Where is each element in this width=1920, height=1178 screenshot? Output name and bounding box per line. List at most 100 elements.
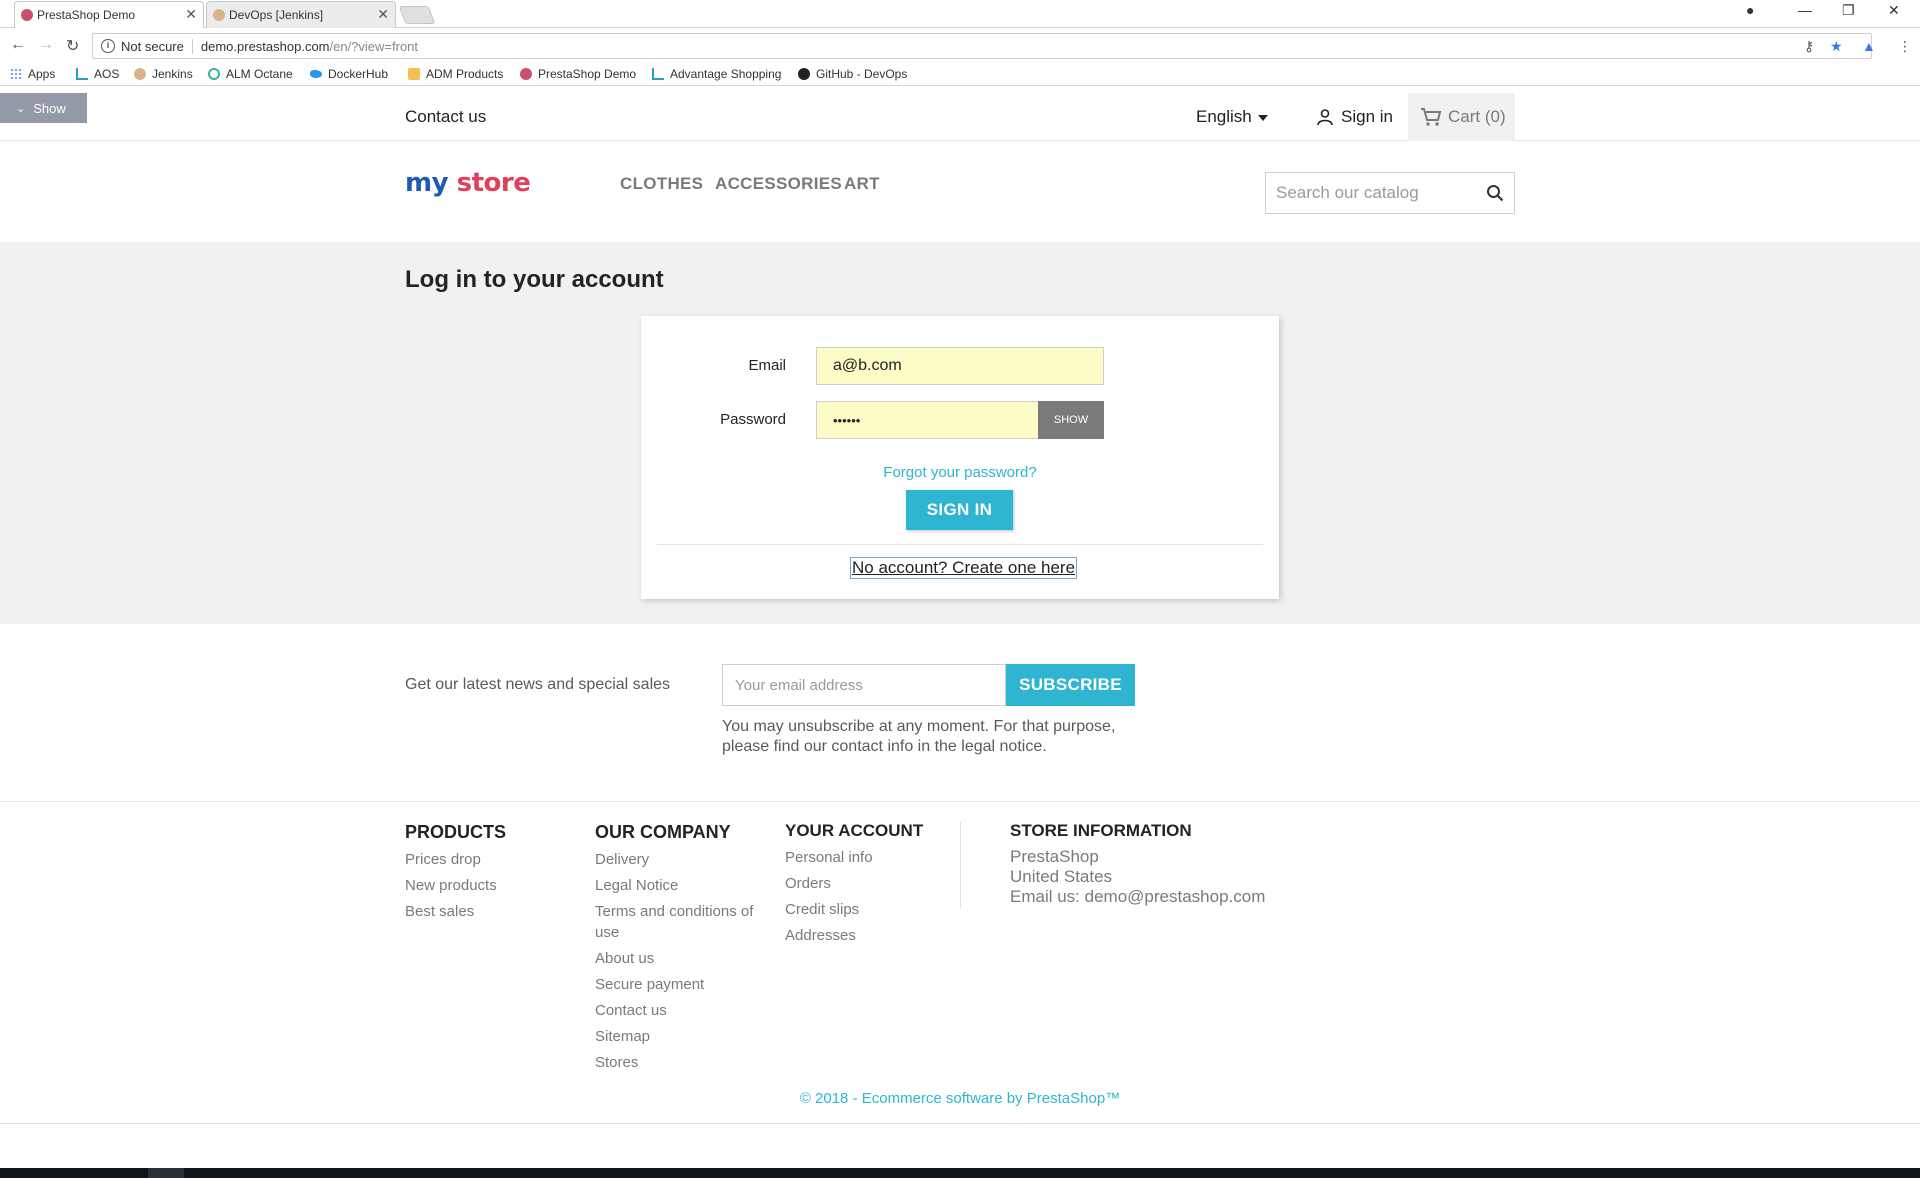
logo-part-my: my <box>405 168 449 198</box>
jenkins-icon <box>134 68 146 80</box>
footer-store-title: STORE INFORMATION <box>1010 821 1192 840</box>
bookmark-star-icon[interactable]: ★ <box>1830 38 1843 55</box>
bookmark-label: ALM Octane <box>226 67 293 81</box>
folder-icon <box>408 68 420 80</box>
footer-link-terms[interactable]: Terms and conditions of <box>595 901 753 922</box>
prestashop-favicon-icon <box>21 9 33 21</box>
close-tab-icon[interactable]: ✕ <box>185 6 197 23</box>
menu-art[interactable]: ART <box>844 174 880 194</box>
bookmark-advantage-shopping[interactable]: Advantage Shopping <box>652 67 781 81</box>
newsletter-text: Get our latest news and special sales <box>405 676 671 693</box>
bookmark-alm-octane[interactable]: ALM Octane <box>208 67 293 81</box>
login-wrapper: Log in to your account Email a@b.com Pas… <box>0 242 1920 624</box>
search-input[interactable] <box>1266 173 1466 213</box>
login-form: Email a@b.com Password •••••• SHOW Forgo… <box>641 316 1279 599</box>
browser-tabstrip: PrestaShop Demo ✕ DevOps [Jenkins] ✕ ● —… <box>0 0 1920 28</box>
store-logo[interactable]: my store <box>405 168 531 198</box>
info-icon[interactable]: i <box>101 39 115 53</box>
copyright-link[interactable]: © 2018 - Ecommerce software by PrestaSho… <box>0 1090 1920 1107</box>
newsletter-block: Get our latest news and special sales Yo… <box>0 624 1920 802</box>
sign-in-button[interactable]: SIGN IN <box>906 490 1013 530</box>
footer-link-terms-cont[interactable]: use <box>595 922 619 943</box>
footer-link-about-us[interactable]: About us <box>595 948 654 969</box>
forward-icon[interactable]: → <box>38 36 54 54</box>
language-label: English <box>1196 107 1252 126</box>
sign-in-link[interactable]: Sign in <box>1316 107 1393 127</box>
github-icon <box>798 68 810 80</box>
extension-icon[interactable]: ▲ <box>1862 38 1876 54</box>
shop-header: my store CLOTHES ACCESSORIES ART <box>0 141 1920 242</box>
bookmark-dockerhub[interactable]: DockerHub <box>310 67 388 81</box>
new-tab-button[interactable] <box>398 6 436 24</box>
footer-link-sitemap[interactable]: Sitemap <box>595 1026 650 1047</box>
show-label: Show <box>33 100 66 116</box>
back-icon[interactable]: ← <box>10 36 26 54</box>
bookmark-apps[interactable]: Apps <box>10 67 55 81</box>
key-icon[interactable]: ⚷ <box>1804 38 1814 55</box>
close-tab-icon[interactable]: ✕ <box>377 6 389 23</box>
octane-icon <box>208 68 220 80</box>
language-selector[interactable]: English <box>1196 107 1268 127</box>
search-icon[interactable] <box>1486 184 1504 202</box>
url-text: demo.prestashop.com/en/?view=front <box>201 39 418 54</box>
bookmark-github-devops[interactable]: GitHub - DevOps <box>798 67 907 81</box>
store-country: United States <box>1010 867 1113 886</box>
password-field[interactable]: •••••• <box>816 401 1039 439</box>
bookmark-jenkins[interactable]: Jenkins <box>134 67 193 81</box>
footer-link-credit-slips[interactable]: Credit slips <box>785 899 859 920</box>
site-footer: PRODUCTS Prices drop New products Best s… <box>0 802 1920 1124</box>
footer-link-prices-drop[interactable]: Prices drop <box>405 849 481 870</box>
footer-link-addresses[interactable]: Addresses <box>785 925 856 946</box>
logo-part-store: store <box>456 168 531 198</box>
show-toolbar-button[interactable]: ⌄ Show <box>0 93 87 123</box>
menu-accessories[interactable]: ACCESSORIES <box>715 174 842 194</box>
cart-button[interactable]: Cart (0) <box>1408 93 1515 141</box>
footer-link-orders[interactable]: Orders <box>785 873 831 894</box>
footer-link-stores[interactable]: Stores <box>595 1052 638 1073</box>
restore-icon[interactable]: ❐ <box>1842 2 1855 19</box>
menu-clothes[interactable]: CLOTHES <box>620 174 703 194</box>
bookmark-aos[interactable]: AOS <box>76 67 119 81</box>
store-name: PrestaShop <box>1010 847 1099 866</box>
bookmark-prestashop-demo[interactable]: PrestaShop Demo <box>520 67 636 81</box>
show-password-button[interactable]: SHOW <box>1038 401 1104 439</box>
footer-link-new-products[interactable]: New products <box>405 875 497 896</box>
footer-link-personal-info[interactable]: Personal info <box>785 847 873 868</box>
footer-link-best-sales[interactable]: Best sales <box>405 901 474 922</box>
docker-icon <box>310 70 322 78</box>
reload-icon[interactable]: ↻ <box>66 36 79 56</box>
menu-icon[interactable]: ⋮ <box>1898 38 1912 55</box>
footer-link-secure-payment[interactable]: Secure payment <box>595 974 704 995</box>
tab-devops-jenkins[interactable]: DevOps [Jenkins] ✕ <box>206 1 396 28</box>
subscribe-button[interactable]: SUBSCRIBE <box>1006 664 1135 706</box>
bookmark-label: DockerHub <box>328 67 389 81</box>
omnibox[interactable]: i Not secure demo.prestashop.com/en/?vie… <box>92 33 1872 59</box>
bookmarks-bar: Apps AOS Jenkins ALM Octane DockerHub AD… <box>0 64 1920 86</box>
create-account-link[interactable]: No account? Create one here <box>849 557 1078 579</box>
os-taskbar <box>0 1168 1920 1178</box>
bookmark-adm-products[interactable]: ADM Products <box>408 67 503 81</box>
email-field[interactable]: a@b.com <box>816 347 1104 385</box>
taskbar-item[interactable] <box>148 1168 184 1178</box>
store-email[interactable]: Email us: demo@prestashop.com <box>1010 887 1265 907</box>
profile-icon[interactable]: ● <box>1746 2 1754 18</box>
prestashop-icon <box>520 68 532 80</box>
footer-account-title[interactable]: YOUR ACCOUNT <box>785 821 923 841</box>
url-host: demo.prestashop.com <box>200 38 330 54</box>
forgot-password-link[interactable]: Forgot your password? <box>641 464 1279 481</box>
newsletter-note: You may unsubscribe at any moment. For t… <box>722 717 1142 757</box>
contact-us-link[interactable]: Contact us <box>405 107 486 127</box>
footer-link-delivery[interactable]: Delivery <box>595 849 649 870</box>
aos-icon <box>652 68 664 80</box>
bookmark-label: ADM Products <box>426 67 504 81</box>
footer-link-legal-notice[interactable]: Legal Notice <box>595 875 678 896</box>
newsletter-email-input[interactable]: Your email address <box>722 664 1006 706</box>
minimize-icon[interactable]: — <box>1798 2 1812 18</box>
tab-prestashop-demo[interactable]: PrestaShop Demo ✕ <box>14 1 204 28</box>
newsletter-note-line: You may unsubscribe at any moment. For t… <box>722 718 1116 735</box>
close-window-icon[interactable]: ✕ <box>1888 2 1900 19</box>
footer-link-contact-us[interactable]: Contact us <box>595 1000 667 1021</box>
tab-label: PrestaShop Demo <box>37 8 136 22</box>
email-label: Email <box>748 357 786 374</box>
footer-company-title: OUR COMPANY <box>595 822 731 842</box>
